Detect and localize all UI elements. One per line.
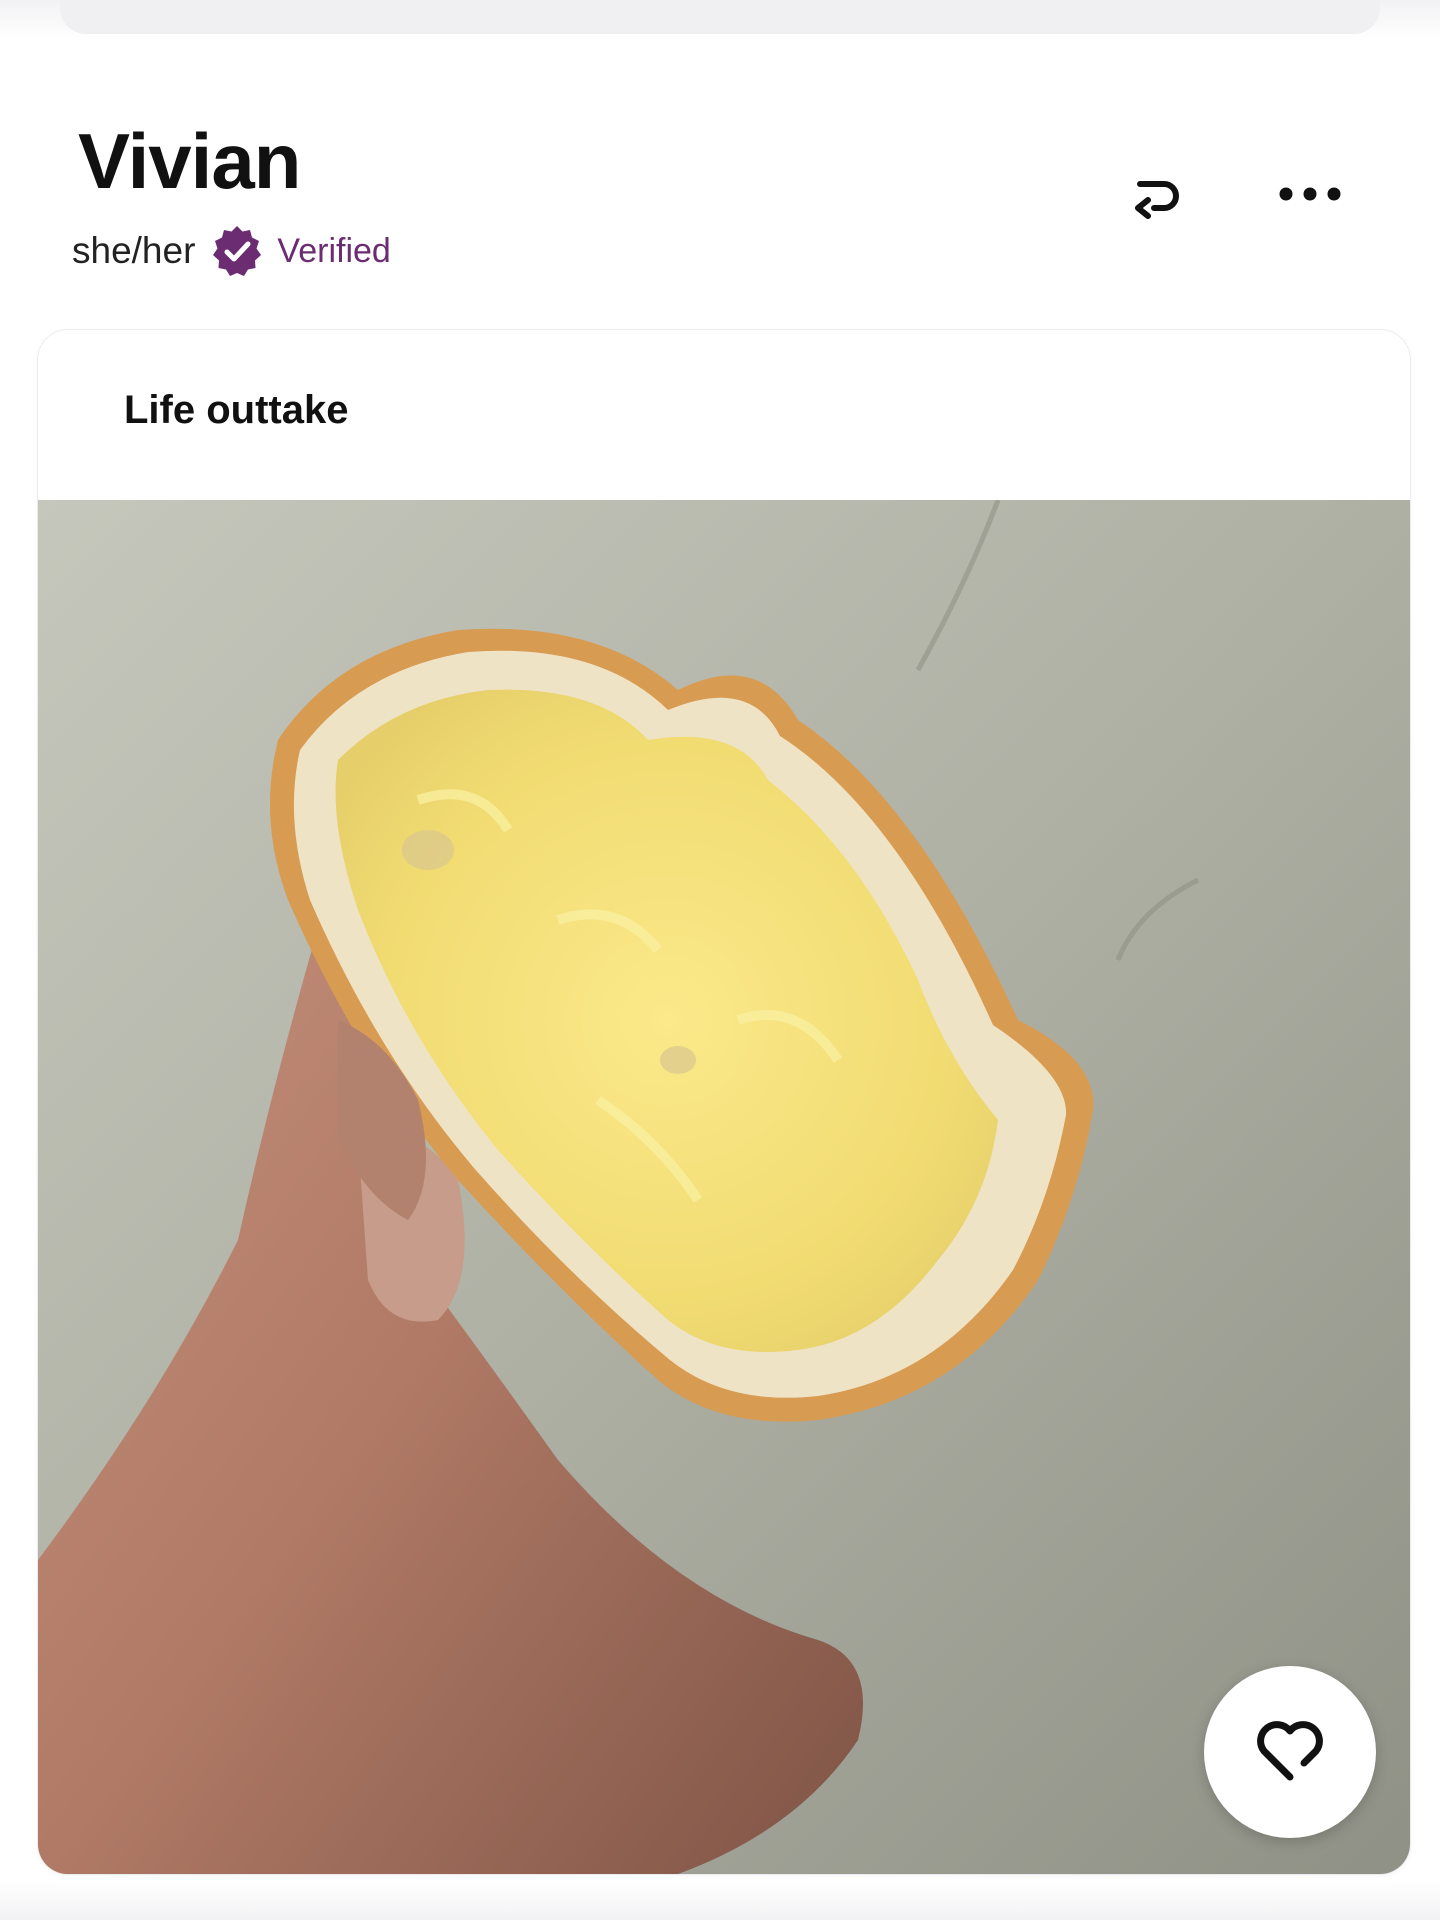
prompt-card: Life outtake [38, 330, 1410, 1874]
more-options-button[interactable] [1270, 156, 1350, 236]
profile-subline: she/her Verified [72, 226, 391, 276]
undo-arrow-icon [1124, 162, 1188, 231]
verified-label: Verified [277, 231, 391, 270]
heart-icon [1252, 1715, 1328, 1790]
more-dots-icon [1274, 182, 1346, 211]
prompt-photo[interactable] [38, 500, 1410, 1874]
top-card-edge [60, 0, 1380, 34]
prompt-card-title: Life outtake [124, 388, 349, 432]
like-button[interactable] [1204, 1666, 1376, 1838]
profile-page: Vivian she/her Verified Life outtake [0, 0, 1440, 1920]
profile-name: Vivian [78, 117, 301, 205]
profile-header: Vivian she/her Verified [0, 100, 1440, 300]
pronouns-label: she/her [72, 230, 196, 271]
undo-button[interactable] [1116, 156, 1196, 236]
verified-badge-icon [209, 223, 265, 279]
